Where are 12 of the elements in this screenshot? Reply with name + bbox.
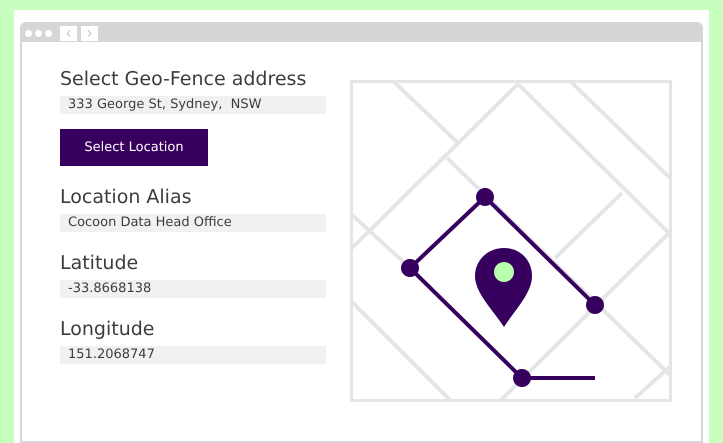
forward-button[interactable] [81, 26, 98, 40]
select-location-button[interactable]: Select Location [60, 129, 208, 166]
field-label: Latitude [60, 251, 138, 276]
section-title: Select Geo-Fence address [60, 67, 306, 92]
input-field[interactable]: Cocoon Data Head Office [60, 214, 326, 232]
input-field[interactable]: -33.8668138 [60, 280, 326, 298]
map-drawing[interactable] [350, 80, 672, 402]
address-field[interactable]: 333 George St, Sydney, NSW [60, 96, 326, 114]
field-label: Location Alias [60, 185, 192, 210]
input-field[interactable]: 151.2068747 [60, 346, 326, 364]
back-button[interactable] [60, 26, 77, 40]
field-label: Longitude [60, 317, 154, 342]
